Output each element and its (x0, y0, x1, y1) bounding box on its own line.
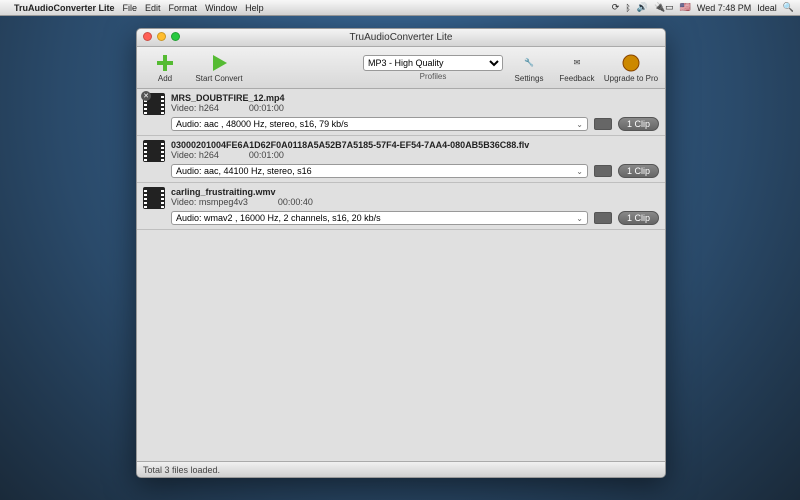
volume-icon[interactable]: 🔊 (637, 2, 648, 13)
clip-button[interactable]: 1 Clip (618, 164, 659, 178)
file-name: 03000201004FE6A1D62F0A0118A5A52B7A5185-5… (171, 140, 659, 150)
settings-label: Settings (515, 74, 544, 83)
upgrade-label: Upgrade to Pro (604, 74, 658, 83)
duration: 00:00:40 (278, 197, 313, 207)
clip-button[interactable]: 1 Clip (618, 211, 659, 225)
duration: 00:01:00 (249, 103, 284, 113)
audio-track-select[interactable]: Audio: aac, 44100 Hz, stereo, s16⌄ (171, 164, 588, 178)
envelope-icon: ✉ (567, 53, 587, 73)
status-bar: Total 3 files loaded. (137, 461, 665, 477)
preview-icon[interactable] (594, 212, 612, 224)
profiles-label: Profiles (420, 72, 447, 81)
film-icon (143, 140, 165, 162)
menu-file[interactable]: File (123, 3, 138, 13)
flag-icon[interactable]: 🇺🇸 (680, 2, 691, 13)
window-title: TruAudioConverter Lite (349, 32, 452, 43)
menu-edit[interactable]: Edit (145, 3, 161, 13)
duration: 00:01:00 (249, 150, 284, 160)
app-menu[interactable]: TruAudioConverter Lite (14, 3, 115, 13)
battery-icon[interactable]: 🔌▭ (654, 2, 674, 13)
file-row[interactable]: 03000201004FE6A1D62F0A0118A5A52B7A5185-5… (137, 136, 665, 183)
video-codec: Video: h264 (171, 103, 219, 113)
window-titlebar[interactable]: TruAudioConverter Lite (137, 29, 665, 47)
system-menubar: TruAudioConverter Lite File Edit Format … (0, 0, 800, 16)
plus-icon (155, 53, 175, 73)
wrench-icon: 🔧 (519, 53, 539, 73)
menu-format[interactable]: Format (169, 3, 198, 13)
app-window: TruAudioConverter Lite Add Start Convert… (136, 28, 666, 478)
toolbar: Add Start Convert MP3 - High Quality Pro… (137, 47, 665, 89)
video-codec: Video: h264 (171, 150, 219, 160)
sync-icon[interactable]: ⟳ (612, 2, 620, 13)
upgrade-button[interactable]: Upgrade to Pro (603, 49, 659, 87)
clip-button[interactable]: 1 Clip (618, 117, 659, 131)
status-text: Total 3 files loaded. (143, 465, 220, 475)
profile-select[interactable]: MP3 - High Quality (363, 55, 503, 71)
video-codec: Video: msmpeg4v3 (171, 197, 248, 207)
menu-help[interactable]: Help (245, 3, 264, 13)
file-row[interactable]: ✕ MRS_DOUBTFIRE_12.mp4 Video: h264 00:01:… (137, 89, 665, 136)
audio-track-select[interactable]: Audio: wmav2 , 16000 Hz, 2 channels, s16… (171, 211, 588, 225)
zoom-window-button[interactable] (171, 32, 180, 41)
minimize-window-button[interactable] (157, 32, 166, 41)
preview-icon[interactable] (594, 165, 612, 177)
play-icon (209, 53, 229, 73)
remove-file-button[interactable]: ✕ (141, 91, 151, 101)
file-name: MRS_DOUBTFIRE_12.mp4 (171, 93, 659, 103)
feedback-label: Feedback (559, 74, 594, 83)
close-window-button[interactable] (143, 32, 152, 41)
film-icon (143, 187, 165, 209)
start-convert-button[interactable]: Start Convert (191, 49, 247, 87)
file-row[interactable]: carling_frustraiting.wmv Video: msmpeg4v… (137, 183, 665, 230)
add-label: Add (158, 74, 172, 83)
bluetooth-icon[interactable]: ᛒ (625, 3, 630, 13)
spotlight-icon[interactable]: 🔍 (783, 2, 794, 13)
settings-button[interactable]: 🔧 Settings (507, 49, 551, 87)
audio-track-select[interactable]: Audio: aac , 48000 Hz, stereo, s16, 79 k… (171, 117, 588, 131)
user-menu[interactable]: Ideal (757, 3, 777, 13)
file-name: carling_frustraiting.wmv (171, 187, 659, 197)
menu-window[interactable]: Window (205, 3, 237, 13)
clock[interactable]: Wed 7:48 PM (697, 3, 751, 13)
file-list: ✕ MRS_DOUBTFIRE_12.mp4 Video: h264 00:01:… (137, 89, 665, 461)
start-label: Start Convert (195, 74, 242, 83)
pro-badge-icon (621, 53, 641, 73)
preview-icon[interactable] (594, 118, 612, 130)
feedback-button[interactable]: ✉ Feedback (555, 49, 599, 87)
add-button[interactable]: Add (143, 49, 187, 87)
